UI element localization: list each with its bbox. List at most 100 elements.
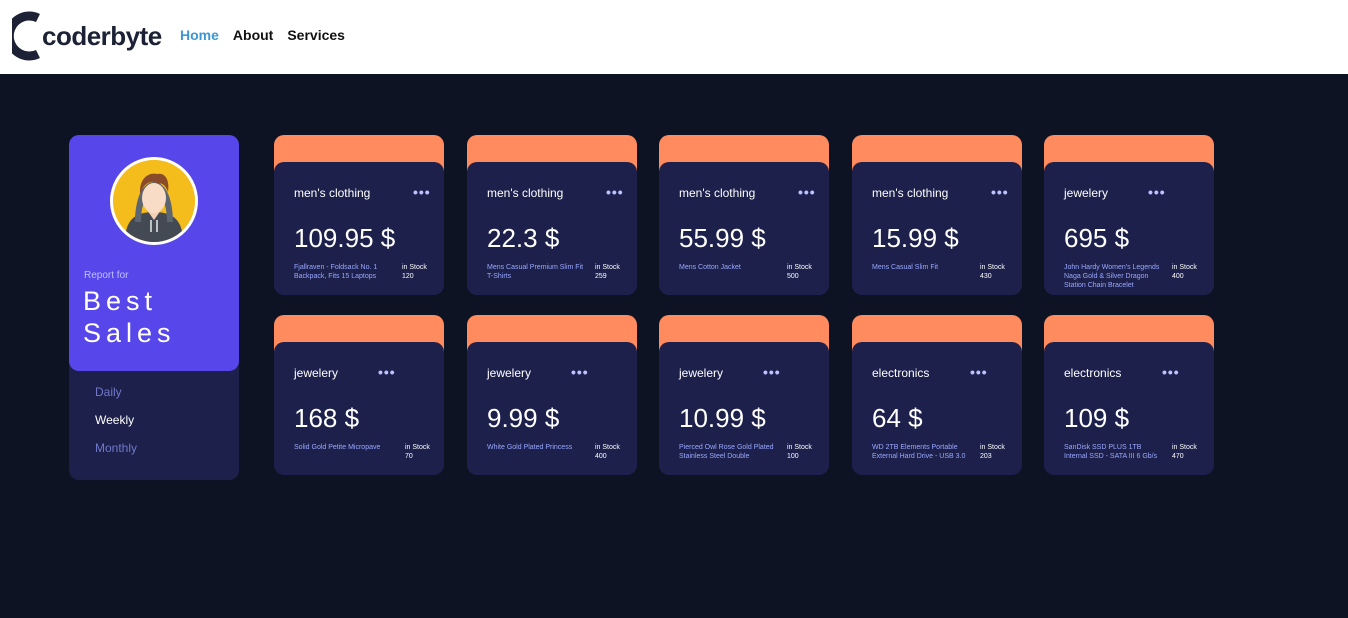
period-monthly[interactable]: Monthly (95, 441, 137, 455)
report-label: Report for (84, 270, 129, 281)
card-price: 64 $ (872, 403, 923, 433)
card-product-name: Pierced Owl Rose Gold Plated Stainless S… (679, 444, 774, 460)
card-stock: in Stock 100 (787, 443, 812, 461)
more-dots-icon[interactable]: ••• (991, 184, 1009, 200)
card-stock: in Stock 400 (1172, 263, 1197, 281)
stock-count: 500 (787, 273, 799, 280)
card-body: jewelery ••• 168 $ Solid Gold Petite Mic… (274, 342, 444, 475)
card-category: jewelery (294, 366, 339, 380)
profile-panel: Report for Best Sales Daily Weekly Month… (69, 135, 239, 480)
card-stock: in Stock 203 (980, 443, 1005, 461)
card-category: men's clothing (872, 186, 949, 200)
card-body: jewelery ••• 9.99 $ White Gold Plated Pr… (467, 342, 637, 475)
card-category: electronics (872, 366, 930, 380)
stock-count: 400 (595, 453, 607, 460)
more-dots-icon[interactable]: ••• (1148, 184, 1166, 200)
product-card: men's clothing ••• 55.99 $ Mens Cotton J… (659, 135, 829, 295)
stock-label: in Stock (787, 264, 812, 271)
stock-count: 100 (787, 453, 799, 460)
user-avatar-icon (110, 157, 198, 245)
card-category: electronics (1064, 366, 1122, 380)
card-price: 22.3 $ (487, 223, 560, 253)
profile-title: Best Sales (83, 286, 176, 348)
card-price: 109.95 $ (294, 223, 396, 253)
card-body: electronics ••• 64 $ WD 2TB Elements Por… (852, 342, 1022, 475)
card-price: 9.99 $ (487, 403, 560, 433)
more-dots-icon[interactable]: ••• (763, 364, 781, 380)
card-body: electronics ••• 109 $ SanDisk SSD PLUS 1… (1044, 342, 1214, 475)
card-body: jewelery ••• 10.99 $ Pierced Owl Rose Go… (659, 342, 829, 475)
card-price: 55.99 $ (679, 223, 766, 253)
more-dots-icon[interactable]: ••• (413, 184, 431, 200)
product-card: jewelery ••• 168 $ Solid Gold Petite Mic… (274, 315, 444, 475)
card-price: 168 $ (294, 403, 360, 433)
card-category: jewelery (679, 366, 724, 380)
period-daily[interactable]: Daily (95, 385, 122, 399)
card-stock: in Stock 70 (405, 443, 430, 461)
card-price: 695 $ (1064, 223, 1130, 253)
card-category: jewelery (487, 366, 532, 380)
card-category: men's clothing (679, 186, 756, 200)
stock-label: in Stock (787, 444, 812, 451)
more-dots-icon[interactable]: ••• (571, 364, 589, 380)
card-price: 10.99 $ (679, 403, 766, 433)
card-category: jewelery (1064, 186, 1109, 200)
card-price: 109 $ (1064, 403, 1130, 433)
main-nav: Home About Services (180, 27, 345, 43)
stock-label: in Stock (595, 264, 620, 271)
more-dots-icon[interactable]: ••• (798, 184, 816, 200)
card-product-name: SanDisk SSD PLUS 1TB Internal SSD - SATA… (1064, 444, 1158, 460)
card-product-name: Mens Casual Premium Slim Fit T-Shirts (487, 264, 584, 280)
stock-count: 400 (1172, 273, 1184, 280)
card-category: men's clothing (294, 186, 371, 200)
product-card: men's clothing ••• 22.3 $ Mens Casual Pr… (467, 135, 637, 295)
card-product-name: Fjallraven - Foldsack No. 1 Backpack, Fi… (294, 264, 378, 280)
card-stock: in Stock 259 (595, 263, 620, 281)
navbar: coderbyte Home About Services (0, 0, 1348, 74)
card-price: 15.99 $ (872, 223, 959, 253)
product-card: men's clothing ••• 15.99 $ Mens Casual S… (852, 135, 1022, 295)
card-product-name: Mens Cotton Jacket (679, 264, 741, 271)
logo-text: coderbyte (42, 20, 162, 51)
card-category: men's clothing (487, 186, 564, 200)
stock-label: in Stock (402, 264, 427, 271)
more-dots-icon[interactable]: ••• (970, 364, 988, 380)
nav-about-link[interactable]: About (233, 27, 273, 43)
product-card: jewelery ••• 10.99 $ Pierced Owl Rose Go… (659, 315, 829, 475)
product-card: electronics ••• 109 $ SanDisk SSD PLUS 1… (1044, 315, 1214, 475)
period-weekly[interactable]: Weekly (95, 413, 134, 427)
stock-count: 70 (405, 453, 413, 460)
more-dots-icon[interactable]: ••• (1162, 364, 1180, 380)
nav-services-link[interactable]: Services (287, 27, 345, 43)
stock-label: in Stock (405, 444, 430, 451)
profile-header: Report for Best Sales (69, 135, 239, 371)
stock-count: 430 (980, 273, 992, 280)
card-product-name: John Hardy Women's Legends Naga Gold & S… (1064, 264, 1160, 289)
product-card: electronics ••• 64 $ WD 2TB Elements Por… (852, 315, 1022, 475)
card-body: men's clothing ••• 22.3 $ Mens Casual Pr… (467, 162, 637, 295)
stock-count: 470 (1172, 453, 1184, 460)
stock-label: in Stock (1172, 264, 1197, 271)
product-card: men's clothing ••• 109.95 $ Fjallraven -… (274, 135, 444, 295)
brand-logo[interactable]: coderbyte (12, 10, 162, 62)
stock-count: 259 (595, 273, 607, 280)
card-stock: in Stock 120 (402, 263, 427, 281)
card-body: men's clothing ••• 15.99 $ Mens Casual S… (852, 162, 1022, 295)
stock-label: in Stock (980, 264, 1005, 271)
nav-home-link[interactable]: Home (180, 27, 219, 43)
product-card: jewelery ••• 9.99 $ White Gold Plated Pr… (467, 315, 637, 475)
stock-count: 203 (980, 453, 992, 460)
card-stock: in Stock 430 (980, 263, 1005, 281)
card-stock: in Stock 500 (787, 263, 812, 281)
stock-count: 120 (402, 273, 414, 280)
card-product-name: Solid Gold Petite Micropave (294, 444, 381, 451)
card-stock: in Stock 470 (1172, 443, 1197, 461)
coderbyte-logo-icon (12, 11, 40, 61)
stock-label: in Stock (595, 444, 620, 451)
more-dots-icon[interactable]: ••• (606, 184, 624, 200)
more-dots-icon[interactable]: ••• (378, 364, 396, 380)
card-body: men's clothing ••• 109.95 $ Fjallraven -… (274, 162, 444, 295)
product-card: jewelery ••• 695 $ John Hardy Women's Le… (1044, 135, 1214, 295)
card-product-name: White Gold Plated Princess (487, 444, 573, 451)
card-stock: in Stock 400 (595, 443, 620, 461)
